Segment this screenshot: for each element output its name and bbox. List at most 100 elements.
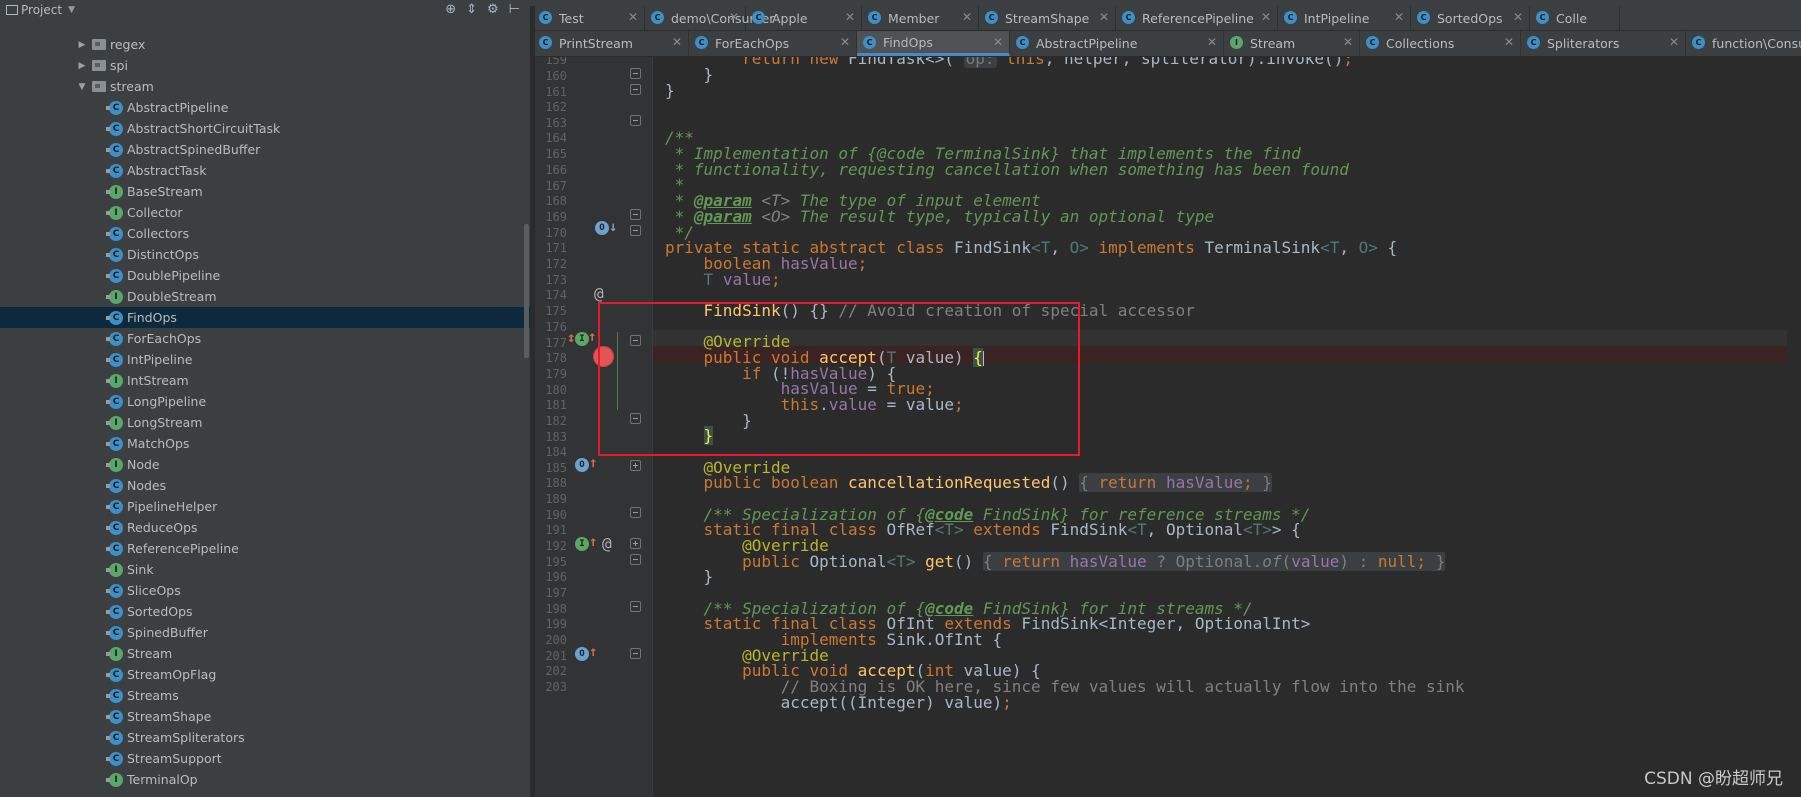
- close-icon[interactable]: ✕: [1504, 35, 1514, 49]
- fold-marker[interactable]: [630, 601, 641, 612]
- tab-member[interactable]: C Member ✕: [862, 6, 979, 30]
- close-icon[interactable]: ✕: [1099, 10, 1109, 24]
- fold-marker[interactable]: [630, 225, 641, 236]
- implements-icon[interactable]: I: [575, 537, 589, 551]
- tree-item-reduceops[interactable]: C ReduceOps: [0, 517, 530, 538]
- tree-item-stream[interactable]: I Stream: [0, 643, 530, 664]
- tree-item-streamopflag[interactable]: C StreamOpFlag: [0, 664, 530, 685]
- at-sign-icon[interactable]: @: [594, 284, 604, 303]
- tree-item-node[interactable]: I Node: [0, 454, 530, 475]
- close-icon[interactable]: ✕: [845, 10, 855, 24]
- tree-item-distinctops[interactable]: C DistinctOps: [0, 244, 530, 265]
- tree-item-abstractspinedbuffer[interactable]: C AbstractSpinedBuffer: [0, 139, 530, 160]
- tree-item-doublepipeline[interactable]: C DoublePipeline: [0, 265, 530, 286]
- fold-marker[interactable]: [630, 538, 641, 549]
- tree-item-collector[interactable]: I Collector: [0, 202, 530, 223]
- override-icon[interactable]: O: [575, 458, 589, 472]
- chevron-right-icon[interactable]: ▶: [76, 61, 88, 71]
- tab-intpipeline[interactable]: C IntPipeline ✕: [1278, 6, 1411, 30]
- tree-item-foreachops[interactable]: C ForEachOps: [0, 328, 530, 349]
- tab-streamshape[interactable]: C StreamShape ✕: [979, 6, 1116, 30]
- fold-marker[interactable]: [630, 507, 641, 518]
- tree-item-intstream[interactable]: I IntStream: [0, 370, 530, 391]
- tree-item-abstractshortcircuittask[interactable]: C AbstractShortCircuitTask: [0, 118, 530, 139]
- tab-referencepipeline[interactable]: C ReferencePipeline ✕: [1116, 6, 1278, 30]
- tab-colle[interactable]: C Colle: [1530, 6, 1620, 30]
- tree-item-longpipeline[interactable]: C LongPipeline: [0, 391, 530, 412]
- close-icon[interactable]: ✕: [1207, 35, 1217, 49]
- tree-item-streamshape[interactable]: C StreamShape: [0, 706, 530, 727]
- tab-spliterators[interactable]: C Spliterators ✕: [1521, 31, 1686, 56]
- tab-collections[interactable]: C Collections ✕: [1360, 31, 1521, 56]
- close-icon[interactable]: ✕: [1343, 35, 1353, 49]
- chevron-down-icon[interactable]: ▼: [68, 5, 75, 15]
- tab-printstream[interactable]: C PrintStream ✕: [535, 31, 689, 56]
- tree-item-collectors[interactable]: C Collectors: [0, 223, 530, 244]
- tree-item-longstream[interactable]: I LongStream: [0, 412, 530, 433]
- close-icon[interactable]: ✕: [672, 35, 682, 49]
- locate-icon[interactable]: ⊕: [445, 2, 456, 17]
- close-icon[interactable]: ✕: [840, 35, 850, 49]
- tree-item-abstracttask[interactable]: C AbstractTask: [0, 160, 530, 181]
- tab-stream[interactable]: I Stream ✕: [1224, 31, 1360, 56]
- tab-sortedops[interactable]: C SortedOps ✕: [1411, 6, 1530, 30]
- tree-item-findops[interactable]: C FindOps: [0, 307, 530, 328]
- tab-function-consu[interactable]: Cfunction\Consu: [1686, 31, 1801, 56]
- gear-icon[interactable]: ⚙: [487, 2, 499, 17]
- fold-marker[interactable]: [630, 554, 641, 565]
- close-icon[interactable]: ✕: [962, 10, 972, 24]
- implemented-icon[interactable]: O: [595, 221, 609, 235]
- tree-item-streamspliterators[interactable]: C StreamSpliterators: [0, 727, 530, 748]
- tree-item-terminalop[interactable]: I TerminalOp: [0, 769, 530, 790]
- tab-test[interactable]: C Test ✕: [535, 6, 645, 30]
- override-icon[interactable]: O: [575, 647, 589, 661]
- tab-foreachops[interactable]: C ForEachOps ✕: [689, 31, 857, 56]
- arrow-down-icon[interactable]: ↓: [609, 219, 617, 235]
- tree-item-intpipeline[interactable]: C IntPipeline: [0, 349, 530, 370]
- arrow-up-icon[interactable]: ↑: [589, 644, 597, 660]
- tree-item-basestream[interactable]: I BaseStream: [0, 181, 530, 202]
- tree-item-sliceops[interactable]: C SliceOps: [0, 580, 530, 601]
- fold-marker[interactable]: [630, 460, 641, 471]
- tab-apple[interactable]: C Apple ✕: [746, 6, 862, 30]
- close-icon[interactable]: ✕: [993, 35, 1003, 49]
- project-view-selector[interactable]: Project: [21, 3, 62, 17]
- editor-scrollbar[interactable]: [1787, 57, 1801, 797]
- tree-item-nodes[interactable]: C Nodes: [0, 475, 530, 496]
- at-sign-icon[interactable]: @: [602, 534, 612, 553]
- close-icon[interactable]: ✕: [1261, 10, 1271, 24]
- collapse-icon[interactable]: ⇕: [466, 2, 477, 17]
- tree-item-referencepipeline[interactable]: C ReferencePipeline: [0, 538, 530, 559]
- tree-item-abstractpipeline[interactable]: C AbstractPipeline: [0, 97, 530, 118]
- tab-abstractpipeline[interactable]: C AbstractPipeline ✕: [1010, 31, 1224, 56]
- tree-item-matchops[interactable]: C MatchOps: [0, 433, 530, 454]
- chevron-right-icon[interactable]: ▶: [76, 40, 88, 50]
- code-editor[interactable]: 159 160 161 162 163 164 165 166 167 168 169 170 171 1…: [535, 57, 1801, 797]
- arrow-up-icon[interactable]: ↑: [589, 455, 597, 471]
- tree-item-sortedops[interactable]: C SortedOps: [0, 601, 530, 622]
- hide-icon[interactable]: ⊢: [509, 2, 520, 17]
- tree-item-streamsupport[interactable]: C StreamSupport: [0, 748, 530, 769]
- tree-item-sink[interactable]: I Sink: [0, 559, 530, 580]
- tree-item-spinedbuffer[interactable]: C SpinedBuffer: [0, 622, 530, 643]
- tree-item-stream[interactable]: ▼ stream: [0, 76, 530, 97]
- tab-findops[interactable]: C FindOps ✕: [857, 31, 1010, 56]
- close-icon[interactable]: ✕: [729, 10, 739, 24]
- tree-item-streams[interactable]: C Streams: [0, 685, 530, 706]
- chevron-down-icon[interactable]: ▼: [76, 82, 88, 92]
- close-icon[interactable]: ✕: [1669, 35, 1679, 49]
- tree-item-pipelinehelper[interactable]: C PipelineHelper: [0, 496, 530, 517]
- implements-icon[interactable]: I: [575, 332, 589, 346]
- tree-item-spi[interactable]: ▶ spi: [0, 55, 530, 76]
- fold-marker[interactable]: [630, 68, 641, 79]
- arrow-up-icon[interactable]: ↑: [588, 329, 596, 345]
- fold-marker[interactable]: [630, 84, 641, 95]
- arrow-up-icon[interactable]: ↕: [567, 330, 575, 346]
- fold-marker[interactable]: [630, 209, 641, 220]
- close-icon[interactable]: ✕: [1394, 10, 1404, 24]
- fold-marker[interactable]: [630, 115, 641, 126]
- close-icon[interactable]: ✕: [1513, 10, 1523, 24]
- tab-demo-consumer[interactable]: Cdemo\Consumer ✕: [645, 6, 774, 30]
- tree-item-regex[interactable]: ▶ regex: [0, 34, 530, 55]
- fold-marker[interactable]: [630, 648, 641, 659]
